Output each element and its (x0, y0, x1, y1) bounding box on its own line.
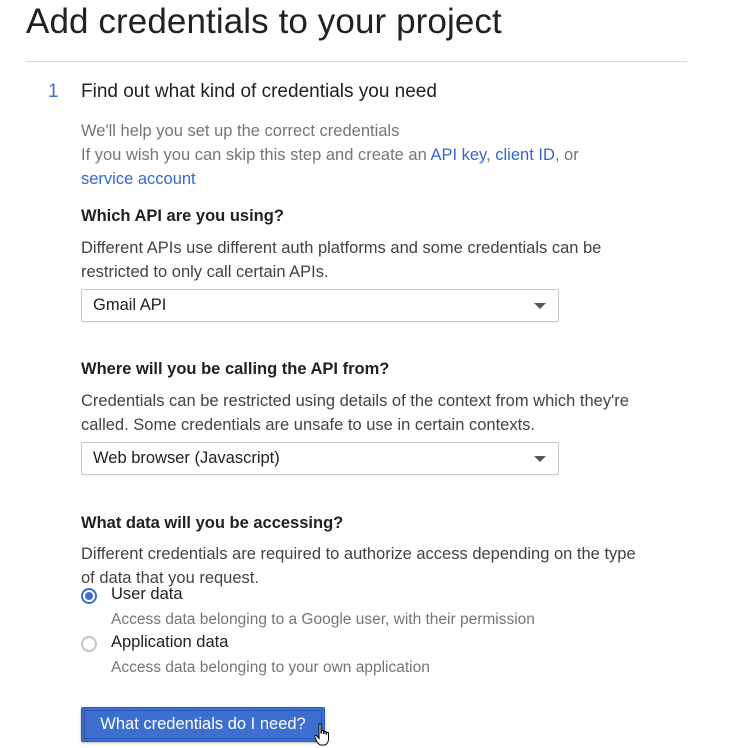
source-select[interactable]: Web browser (Javascript) (81, 442, 559, 475)
source-select-value: Web browser (Javascript) (93, 449, 280, 467)
api-select[interactable]: Gmail API (81, 289, 559, 322)
intro-line-1: We'll help you set up the correct creden… (81, 122, 400, 140)
intro-line-2: If you wish you can skip this step and c… (81, 143, 661, 167)
step-title: Find out what kind of credentials you ne… (81, 81, 437, 102)
intro-line-2-prefix: If you wish you can skip this step and c… (81, 146, 431, 164)
source-question-description: Credentials can be restricted using deta… (81, 392, 629, 434)
intro-line-3: service account (81, 167, 661, 191)
data-question-description: Different credentials are required to au… (81, 545, 636, 587)
radio-user-data-description: Access data belonging to a Google user, … (111, 611, 535, 628)
radio-application-data[interactable]: Application data (81, 633, 581, 657)
intro-separator-1: , (486, 146, 496, 164)
client-id-link[interactable]: client ID (495, 146, 555, 164)
what-credentials-button[interactable]: What credentials do I need? (81, 707, 325, 742)
intro-text: We'll help you set up the correct creden… (81, 119, 661, 191)
radio-application-data-description: Access data belonging to your own applic… (111, 659, 430, 676)
caret-down-icon (534, 456, 546, 462)
data-question-title: What data will you be accessing? (81, 514, 344, 532)
radio-button-checked[interactable] (81, 588, 97, 604)
caret-down-icon (534, 303, 546, 309)
radio-application-data-label[interactable]: Application data (111, 633, 228, 652)
radio-user-data[interactable]: User data (81, 585, 581, 609)
step-number: 1 (48, 81, 59, 102)
radio-user-data-label[interactable]: User data (111, 585, 183, 604)
api-question-description: Different APIs use different auth platfo… (81, 239, 602, 281)
title-divider (26, 61, 687, 62)
source-question-title: Where will you be calling the API from? (81, 360, 390, 378)
api-question-title: Which API are you using? (81, 207, 284, 225)
api-select-value: Gmail API (93, 296, 167, 314)
service-account-link[interactable]: service account (81, 170, 196, 188)
intro-separator-2: , or (554, 146, 579, 164)
api-key-link[interactable]: API key (430, 146, 486, 164)
hand-pointer-icon (314, 723, 329, 746)
page-title: Add credentials to your project (26, 2, 502, 41)
radio-button-unchecked[interactable] (81, 636, 97, 652)
